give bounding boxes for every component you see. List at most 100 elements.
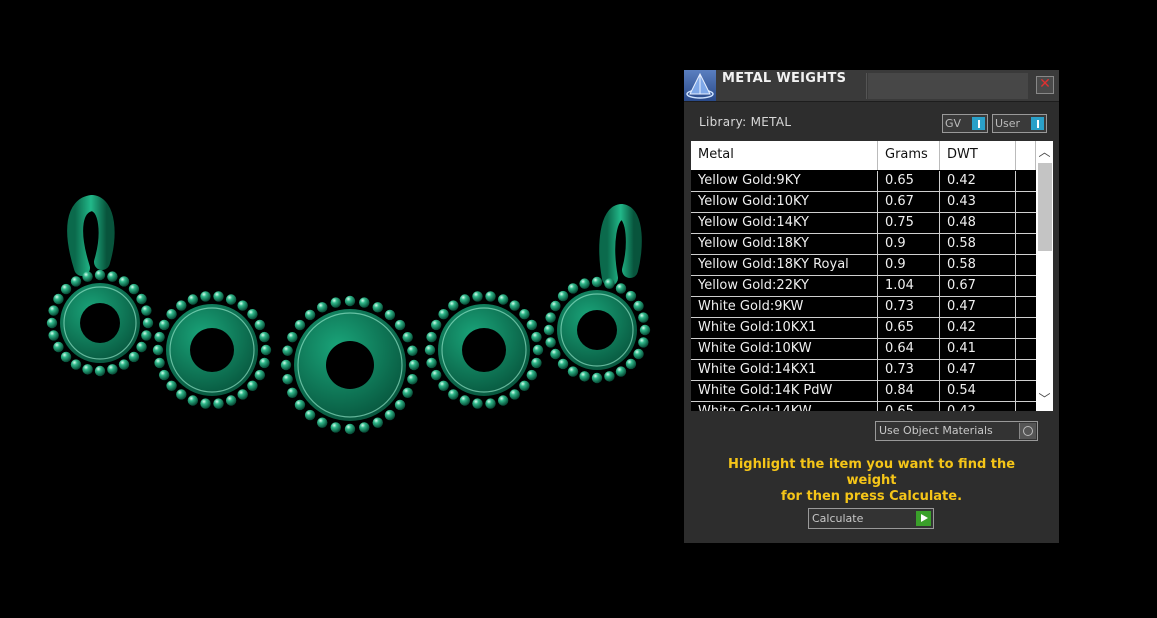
bead <box>625 358 637 370</box>
table-row[interactable]: Yellow Gold:18KY 0.9 0.58 <box>691 234 1036 255</box>
table-row[interactable]: White Gold:10KX1 0.65 0.42 <box>691 318 1036 339</box>
bead <box>567 366 579 377</box>
metal-table[interactable]: Metal Grams DWT Yellow Gold:9KY 0.65 0.42 Y… <box>691 141 1053 411</box>
dwt-cell: 0.54 <box>940 381 1016 401</box>
gv-toggle-label: GV <box>945 117 962 130</box>
bead <box>519 308 530 320</box>
bead <box>394 399 406 411</box>
ring-hole <box>462 328 506 372</box>
calculate-button[interactable]: Calculate <box>808 508 934 529</box>
empty-cell <box>1016 234 1036 254</box>
bead <box>639 324 651 336</box>
bead <box>70 276 82 287</box>
table-scrollbar[interactable]: ︿ ﹀ <box>1036 141 1053 411</box>
bead <box>472 398 483 409</box>
bead <box>187 294 199 305</box>
bead <box>60 351 72 363</box>
title-bar[interactable]: METAL WEIGHTS ✕ <box>684 70 1059 102</box>
bead <box>154 357 165 369</box>
gv-toggle[interactable]: GV <box>942 114 988 133</box>
scroll-down-arrow-icon[interactable]: ﹀ <box>1036 391 1053 408</box>
bead <box>118 276 130 287</box>
bead <box>472 291 483 302</box>
grams-cell: 0.65 <box>878 402 940 411</box>
bead <box>330 297 341 308</box>
dialog-title: METAL WEIGHTS <box>722 71 847 86</box>
table-row[interactable]: Yellow Gold:10KY 0.67 0.43 <box>691 192 1036 213</box>
model-viewport[interactable] <box>0 0 680 614</box>
pyramid-logo-icon <box>684 70 716 101</box>
instruction-line-2: for then press Calculate. <box>780 489 963 504</box>
bead <box>532 344 544 356</box>
bead <box>402 387 413 398</box>
bead <box>187 395 199 406</box>
dwt-cell: 0.47 <box>940 297 1016 317</box>
column-header-dwt[interactable]: DWT <box>940 141 1016 170</box>
empty-cell <box>1016 276 1036 296</box>
empty-cell <box>1016 297 1036 317</box>
bead <box>591 372 603 384</box>
dwt-cell: 0.42 <box>940 318 1016 338</box>
bead <box>372 302 383 313</box>
bead <box>53 341 64 353</box>
bead <box>158 369 170 381</box>
bead <box>359 297 370 308</box>
bead <box>213 291 224 302</box>
dwt-cell: 0.48 <box>940 213 1016 233</box>
table-row[interactable]: White Gold:14KW0.650.42 <box>691 402 1036 411</box>
bead <box>384 409 396 421</box>
table-row[interactable]: Yellow Gold:22KY 1.04 0.67 <box>691 276 1036 297</box>
bead <box>118 359 130 370</box>
bead <box>545 312 556 323</box>
scroll-up-arrow-icon[interactable]: ︿ <box>1036 144 1053 161</box>
toggle-switch-icon <box>1031 117 1044 130</box>
bead <box>82 271 93 282</box>
bead <box>545 337 556 348</box>
dwt-cell: 0.47 <box>940 360 1016 380</box>
bead <box>407 345 418 356</box>
bead <box>287 332 298 343</box>
bead <box>46 317 58 329</box>
bead <box>304 309 316 321</box>
bead <box>604 278 615 289</box>
table-row[interactable]: White Gold:10KW 0.64 0.41 <box>691 339 1036 360</box>
table-row[interactable]: White Gold:9KW 0.73 0.47 <box>691 297 1036 318</box>
table-row[interactable]: Yellow Gold:9KY 0.65 0.42 <box>691 171 1036 192</box>
bead <box>254 319 266 331</box>
metal-cell: Yellow Gold:18KY <box>691 234 878 254</box>
bead <box>317 417 328 428</box>
bead <box>633 300 644 312</box>
empty-cell <box>1016 339 1036 359</box>
dwt-cell: 0.41 <box>940 339 1016 359</box>
user-toggle[interactable]: User <box>992 114 1047 133</box>
bead <box>557 290 569 302</box>
table-row[interactable]: Yellow Gold:14KY 0.75 0.48 <box>691 213 1036 234</box>
bead <box>407 374 418 385</box>
bead <box>438 308 449 320</box>
user-toggle-label: User <box>995 117 1021 130</box>
bead <box>287 387 298 398</box>
bead <box>426 357 437 369</box>
table-row[interactable]: Yellow Gold:18KY Royal 0.9 0.58 <box>691 255 1036 276</box>
column-header-metal[interactable]: Metal <box>691 141 878 170</box>
grams-cell: 0.9 <box>878 234 940 254</box>
metal-cell: Yellow Gold:10KY <box>691 192 878 212</box>
scroll-thumb[interactable] <box>1038 163 1052 251</box>
column-header-grams[interactable]: Grams <box>878 141 940 170</box>
left-bail <box>67 194 115 276</box>
bead <box>633 348 644 360</box>
column-header-empty <box>1016 141 1036 170</box>
bead <box>550 348 561 360</box>
table-row[interactable]: White Gold:14K PdW 0.84 0.54 <box>691 381 1036 402</box>
metal-weights-dialog: METAL WEIGHTS ✕ Library: METAL GV User M… <box>684 70 1059 543</box>
bead <box>531 331 542 343</box>
bead <box>430 369 442 381</box>
bead <box>485 291 496 302</box>
dwt-cell: 0.58 <box>940 255 1016 275</box>
bead <box>152 344 164 356</box>
use-object-materials-button[interactable]: Use Object Materials <box>875 421 1038 441</box>
bead <box>344 295 356 307</box>
bead <box>509 389 520 400</box>
close-button[interactable]: ✕ <box>1036 76 1054 94</box>
table-row[interactable]: White Gold:14KX1 0.73 0.47 <box>691 360 1036 381</box>
